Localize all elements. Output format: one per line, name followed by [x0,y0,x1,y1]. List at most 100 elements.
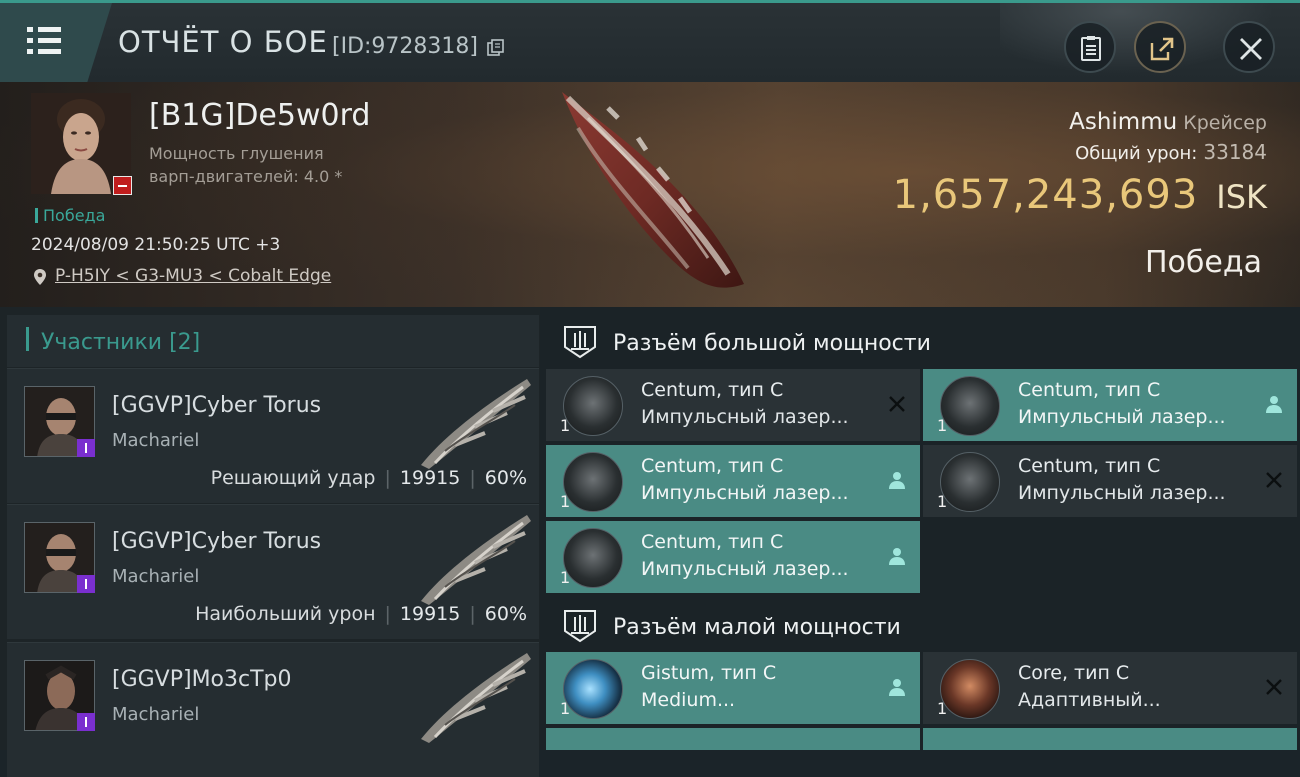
module-quantity: 1 [937,699,948,718]
participant-name[interactable]: [GGVP]Cyber Torus [112,529,321,554]
status-badge: Победа [35,206,105,225]
low-slot-header: Разъём малой мощности [540,595,1300,655]
adaptive-hardener-icon [940,659,1000,719]
module-description: Импульсный лазер... [641,482,849,504]
top-bar: ОТЧЁТ О БОЕ [ID:9728318] [0,0,1300,85]
low-slot-title: Разъём малой мощности [613,615,901,640]
module-tile[interactable] [546,728,920,750]
participant-role: Решающий удар [210,467,376,489]
participant-role: Наибольший урон [195,603,376,625]
victim-ship-label: Ashimmu [1069,109,1178,135]
module-tile[interactable]: 1 Core, тип C Адаптивный... [923,652,1297,724]
participant-row[interactable]: [GGVP]Cyber Torus Machariel Наибольший у… [7,504,539,639]
share-icon [1150,37,1174,61]
total-damage-label: Общий урон: [1075,143,1198,164]
module-tile[interactable]: 1 Centum, тип C Импульсный лазер... [923,369,1297,441]
timestamp: 2024/08/09 21:50:25 UTC +3 [31,235,281,255]
standing-negative-icon [113,176,132,195]
high-slot-icon [564,326,596,359]
module-quantity: 1 [560,416,571,435]
participant-name[interactable]: [GGVP]Mo3cTp0 [112,667,292,692]
location-link[interactable]: P-H5IY < G3-MU3 < Cobalt Edge [33,266,331,286]
kill-banner: [B1G]De5w0rd Мощность глушения варп-двиг… [0,82,1300,307]
pulse-laser-icon [563,528,623,588]
clipboard-icon [1081,36,1101,61]
dropped-person-icon [889,472,905,489]
module-quantity: 1 [560,699,571,718]
participant-ship: Machariel [112,566,200,587]
battle-result: Победа [1145,245,1262,280]
participant-ship: Machariel [112,430,200,451]
location-text[interactable]: P-H5IY < G3-MU3 < Cobalt Edge [55,266,331,286]
destroyed-icon [1266,472,1282,488]
participant-ship-image [421,515,531,605]
warp-strength: Мощность глушения варп-двигателей: 4.0 * [149,142,342,188]
module-description: Импульсный лазер... [641,558,849,580]
module-tile[interactable]: 1 Gistum, тип C Medium... [546,652,920,724]
victim-ship-name[interactable]: Ashimmu Крейсер [1069,109,1267,135]
victim-ship-class: Крейсер [1183,112,1267,134]
participant-name[interactable]: [GGVP]Cyber Torus [112,393,321,418]
pulse-laser-icon [940,452,1000,512]
module-tile[interactable]: 1 Centum, тип C Импульсный лазер... [546,445,920,517]
module-tile[interactable] [923,728,1297,750]
menu-button[interactable] [0,3,112,82]
participant-ship-image [421,653,531,743]
module-quantity: 1 [937,492,948,511]
module-description: Medium... [641,689,736,711]
security-status-icon [77,713,95,731]
participant-row[interactable]: [GGVP]Cyber Torus Machariel Решающий уда… [7,368,539,503]
close-icon [1240,38,1262,60]
module-name: Centum, тип C [1018,379,1161,401]
shield-extender-icon [563,659,623,719]
isk-unit: ISK [1216,178,1267,216]
pulse-laser-icon [563,376,623,436]
clipboard-button[interactable] [1064,21,1116,73]
share-button[interactable] [1134,21,1186,73]
module-description: Импульсный лазер... [641,406,849,428]
destroyed-icon [1266,679,1282,695]
module-quantity: 1 [937,416,948,435]
module-name: Centum, тип C [641,531,784,553]
isk-amount: 1,657,243,693 [892,172,1199,218]
warp-strength-value: варп-двигателей: 4.0 * [149,167,343,186]
low-slot-icon [564,610,596,643]
module-name: Centum, тип C [641,379,784,401]
participant-row[interactable]: [GGVP]Mo3cTp0 Machariel [7,642,539,777]
module-tile[interactable]: 1 Centum, тип C Импульсный лазер... [923,445,1297,517]
participants-title: Участники [41,330,163,355]
report-id: [ID:9728318] [332,34,478,59]
pulse-laser-icon [563,452,623,512]
copy-icon[interactable] [486,39,504,57]
page-title: ОТЧЁТ О БОЕ [118,25,328,59]
total-damage-value: 33184 [1203,140,1267,164]
participants-panel: Участники [2] [GGVP]Cyber Torus Macharie… [0,307,540,777]
module-name: Gistum, тип C [641,662,777,684]
module-tile[interactable]: 1 Centum, тип C Импульсный лазер... [546,369,920,441]
close-button[interactable] [1223,21,1275,73]
module-description: Импульсный лазер... [1018,406,1226,428]
participants-count: [2] [169,330,201,355]
participants-header: Участники [2] [7,315,539,367]
total-damage: Общий урон: 33184 [1075,140,1267,164]
module-description: Адаптивный... [1018,689,1161,711]
module-tile[interactable]: 1 Centum, тип C Импульсный лазер... [546,521,920,593]
participant-ship-image [421,379,531,469]
isk-value: 1,657,243,693 ISK [893,172,1267,218]
participant-ship: Machariel [112,704,200,725]
pulse-laser-icon [940,376,1000,436]
dropped-person-icon [1266,396,1282,413]
security-status-icon [77,575,95,593]
high-slot-title: Разъём большой мощности [613,331,931,356]
dropped-person-icon [889,548,905,565]
high-slot-header: Разъём большой мощности [540,311,1300,371]
module-description: Импульсный лазер... [1018,482,1226,504]
fitting-panel: Разъём большой мощности 1 Centum, тип C … [540,307,1300,750]
dropped-person-icon [889,679,905,696]
pilot-name[interactable]: [B1G]De5w0rd [149,98,370,133]
destroyed-icon [889,396,905,412]
security-status-icon [77,439,95,457]
module-quantity: 1 [560,492,571,511]
victim-ship-image [562,92,744,288]
module-name: Core, тип C [1018,662,1130,684]
